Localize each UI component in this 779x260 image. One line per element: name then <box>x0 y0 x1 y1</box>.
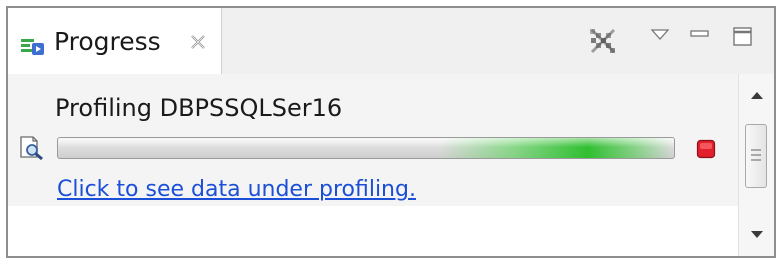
tab-progress[interactable]: Progress <box>8 8 222 74</box>
view-tab-bar: Progress <box>8 8 774 74</box>
progress-view-icon <box>20 36 46 58</box>
remove-all-finished-icon[interactable] <box>586 24 620 58</box>
scroll-thumb[interactable] <box>745 124 767 188</box>
empty-job-area <box>8 206 738 256</box>
maximize-icon[interactable] <box>730 24 756 50</box>
progress-view: Progress Profiling DBPSSQLSer16 Click to… <box>6 6 776 258</box>
close-icon[interactable] <box>188 32 208 52</box>
tab-title: Progress <box>54 27 161 56</box>
stop-icon[interactable] <box>696 139 716 159</box>
progress-bar <box>57 137 675 159</box>
scroll-up-icon[interactable] <box>739 84 775 106</box>
progress-bar-highlight <box>58 138 674 147</box>
scroll-down-icon[interactable] <box>739 224 775 246</box>
vertical-scrollbar[interactable] <box>738 74 774 256</box>
view-menu-icon[interactable] <box>650 26 670 40</box>
minimize-icon[interactable] <box>688 26 712 40</box>
job-title: Profiling DBPSSQLSer16 <box>55 94 343 122</box>
see-data-link[interactable]: Click to see data under profiling. <box>57 176 416 204</box>
profiling-search-icon <box>19 135 45 161</box>
